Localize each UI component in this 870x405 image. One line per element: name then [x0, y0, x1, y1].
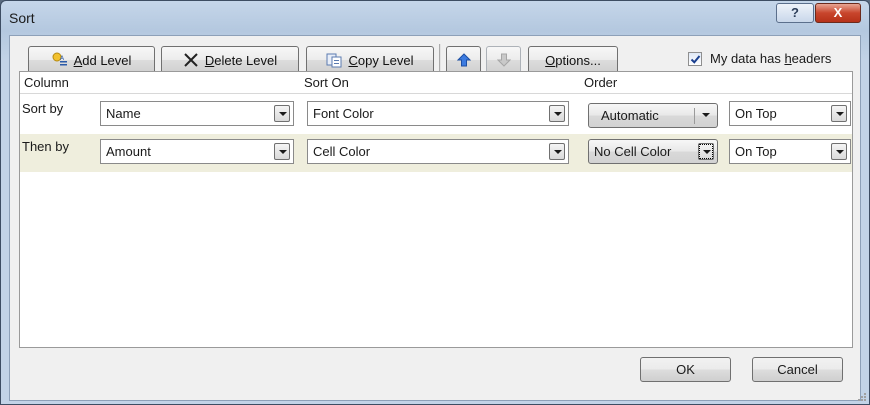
headers-checkbox[interactable]	[688, 52, 702, 66]
toolbar-separator	[439, 44, 441, 74]
delete-level-button[interactable]: Delete Level	[161, 46, 299, 74]
title-bar[interactable]: Sort ? X	[1, 1, 869, 35]
column-dropdown[interactable]: Amount	[100, 139, 294, 164]
options-accel: O	[545, 52, 556, 68]
copy-level-text: opy Level	[357, 52, 414, 68]
sort-levels-grid: Column Sort On Order Sort by Name Font C…	[19, 71, 853, 348]
headers-label-pre: My data has	[710, 51, 785, 66]
headers-label-accel: h	[784, 51, 792, 66]
order-color-value: No Cell Color	[594, 144, 672, 159]
options-text: ptions...	[555, 52, 601, 68]
move-up-button[interactable]	[446, 46, 481, 74]
delete-x-icon	[183, 52, 199, 68]
order-color-dropdown[interactable]: Automatic	[588, 103, 718, 128]
checkmark-icon	[690, 55, 701, 64]
add-level-button[interactable]: A Add Level	[28, 46, 155, 74]
copy-icon	[326, 52, 342, 68]
delete-level-accel: D	[204, 52, 215, 68]
close-button[interactable]: X	[815, 3, 861, 23]
add-level-accel: A	[73, 52, 83, 68]
order-color-dropdown[interactable]: No Cell Color	[588, 139, 718, 164]
chevron-down-icon[interactable]	[549, 143, 565, 160]
cancel-button[interactable]: Cancel	[752, 357, 843, 382]
dialog-title: Sort	[9, 10, 35, 26]
column-value: Amount	[106, 144, 151, 159]
copy-level-accel: C	[348, 52, 358, 68]
sort-on-value: Cell Color	[313, 144, 371, 159]
add-level-icon: A	[52, 52, 68, 68]
sort-on-dropdown[interactable]: Cell Color	[307, 139, 569, 164]
chevron-down-icon[interactable]	[549, 105, 565, 122]
sort-on-header: Sort On	[304, 75, 349, 90]
chevron-down-icon[interactable]	[274, 105, 290, 122]
delete-level-label: Delete Level	[205, 53, 277, 68]
delete-level-text: elete Level	[214, 52, 278, 68]
sort-on-value: Font Color	[313, 106, 374, 121]
headers-label-post: eaders	[791, 51, 832, 66]
arrow-down-icon	[496, 52, 512, 68]
sort-dialog: Sort ? X A Add Level Delete Level Copy L…	[0, 0, 870, 405]
order-color-value: Automatic	[601, 108, 659, 123]
headers-checkbox-label[interactable]: My data has headers	[710, 51, 831, 66]
order-header: Order	[584, 75, 618, 90]
help-button[interactable]: ?	[776, 3, 814, 23]
add-level-text: dd Level	[82, 52, 132, 68]
order-position-dropdown[interactable]: On Top	[729, 139, 851, 164]
dropdown-divider	[694, 108, 695, 124]
copy-level-label: Copy Level	[348, 53, 413, 68]
order-position-dropdown[interactable]: On Top	[729, 101, 851, 126]
arrow-up-icon	[456, 52, 472, 68]
chevron-down-icon[interactable]	[831, 105, 847, 122]
sort-level-row-selected[interactable]: Then by Amount Cell Color No Cell Color …	[20, 134, 852, 172]
chevron-down-icon[interactable]	[274, 143, 290, 160]
row-label: Then by	[22, 139, 69, 154]
row-label: Sort by	[22, 101, 64, 116]
chevron-down-icon[interactable]	[698, 107, 714, 124]
column-header: Column	[24, 75, 69, 90]
chevron-down-icon[interactable]	[831, 143, 847, 160]
order-position-value: On Top	[735, 144, 777, 159]
resize-grip-icon[interactable]	[857, 392, 867, 402]
column-dropdown[interactable]: Name	[100, 101, 294, 126]
sort-level-row[interactable]: Sort by Name Font Color Automatic On Top	[20, 94, 852, 132]
copy-level-button[interactable]: Copy Level	[306, 46, 434, 74]
column-value: Name	[106, 106, 141, 121]
ok-button[interactable]: OK	[640, 357, 731, 382]
sort-on-dropdown[interactable]: Font Color	[307, 101, 569, 126]
options-label: Options...	[545, 53, 601, 68]
options-button[interactable]: Options...	[528, 46, 618, 74]
move-down-button[interactable]	[486, 46, 521, 74]
chevron-down-icon[interactable]	[698, 143, 714, 160]
add-level-label: Add Level	[74, 53, 132, 68]
order-position-value: On Top	[735, 106, 777, 121]
svg-text:A: A	[60, 55, 65, 62]
